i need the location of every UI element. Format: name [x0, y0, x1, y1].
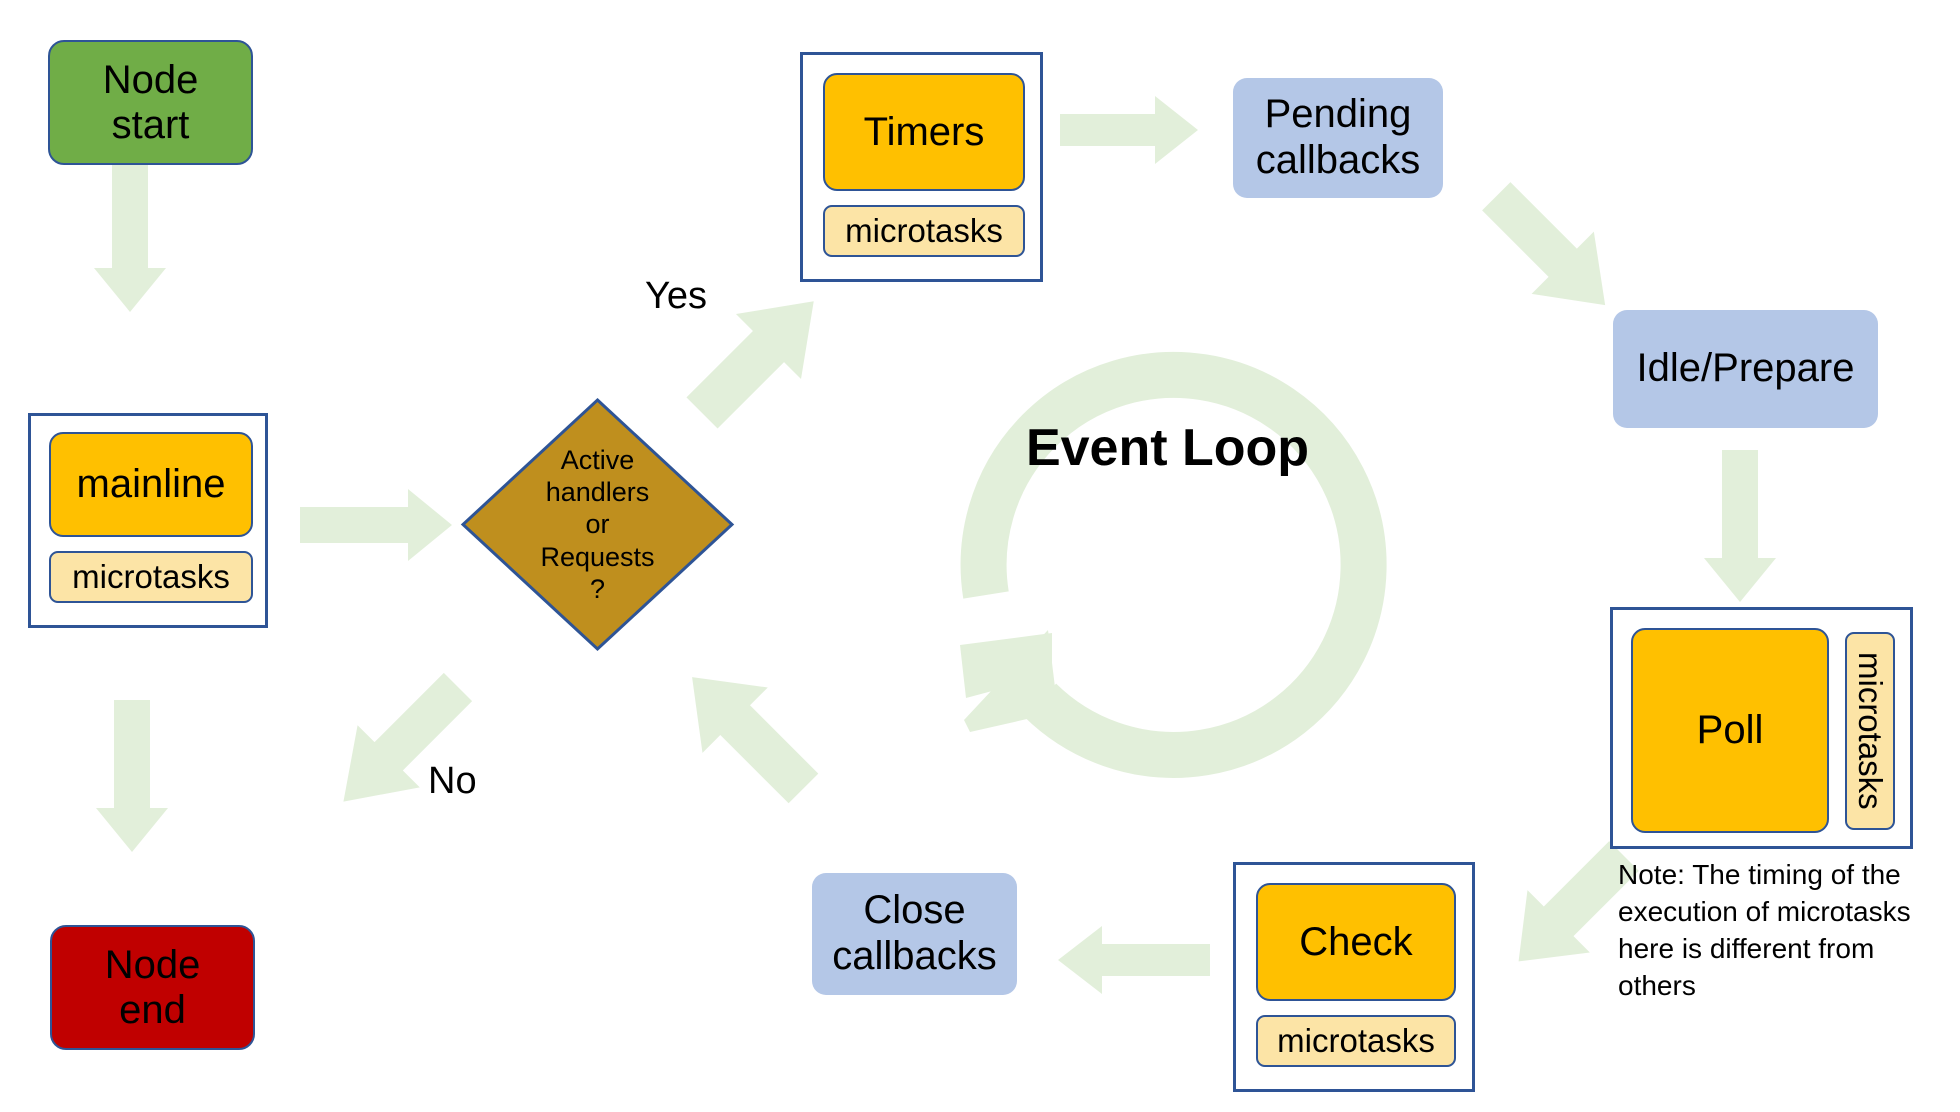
- poll-group: Poll microtasks: [1610, 607, 1913, 849]
- check-group: Check microtasks: [1233, 862, 1475, 1092]
- microtasks-note: Note: The timing of the execution of mic…: [1618, 859, 1911, 1001]
- timers-group: Timers microtasks: [800, 52, 1043, 282]
- idle-prepare-box[interactable]: Idle/Prepare: [1613, 310, 1878, 428]
- arrow-start-to-mainline: [94, 160, 166, 312]
- arrow-check-to-close-callbacks: [1058, 926, 1210, 994]
- arrow-idle-prepare-to-poll: [1704, 450, 1776, 602]
- diagram-canvas: Event Loop Node start mainline microtask…: [0, 0, 1960, 1112]
- arrow-close-callbacks-to-decision: [692, 677, 819, 804]
- timers-box[interactable]: Timers: [823, 73, 1025, 191]
- poll-box[interactable]: Poll: [1631, 628, 1829, 833]
- arrow-mainline-to-node-end: [96, 700, 168, 852]
- node-start-box[interactable]: Node start: [48, 40, 253, 165]
- decision-diamond[interactable]: Active handlers or Requests ?: [460, 397, 735, 652]
- edge-label-no: No: [428, 760, 477, 802]
- timers-microtasks-box[interactable]: microtasks: [823, 205, 1025, 257]
- check-box[interactable]: Check: [1256, 883, 1456, 1001]
- close-callbacks-box[interactable]: Close callbacks: [812, 873, 1017, 995]
- mainline-microtasks-box[interactable]: microtasks: [49, 551, 253, 603]
- arrow-timers-to-pending-callbacks: [1060, 96, 1198, 164]
- check-microtasks-box[interactable]: microtasks: [1256, 1015, 1456, 1067]
- arrow-mainline-to-decision: [300, 489, 452, 561]
- arrow-decision-no: [343, 672, 473, 802]
- decision-diamond-shape: [460, 397, 735, 652]
- poll-microtasks-box[interactable]: microtasks: [1845, 632, 1895, 830]
- node-end-box[interactable]: Node end: [50, 925, 255, 1050]
- event-loop-title: Event Loop: [1025, 419, 1310, 477]
- event-loop-ring-shape: [930, 320, 1405, 795]
- mainline-box[interactable]: mainline: [49, 432, 253, 537]
- edge-label-yes: Yes: [645, 275, 707, 317]
- mainline-group: mainline microtasks: [28, 413, 268, 628]
- pending-callbacks-box[interactable]: Pending callbacks: [1233, 78, 1443, 198]
